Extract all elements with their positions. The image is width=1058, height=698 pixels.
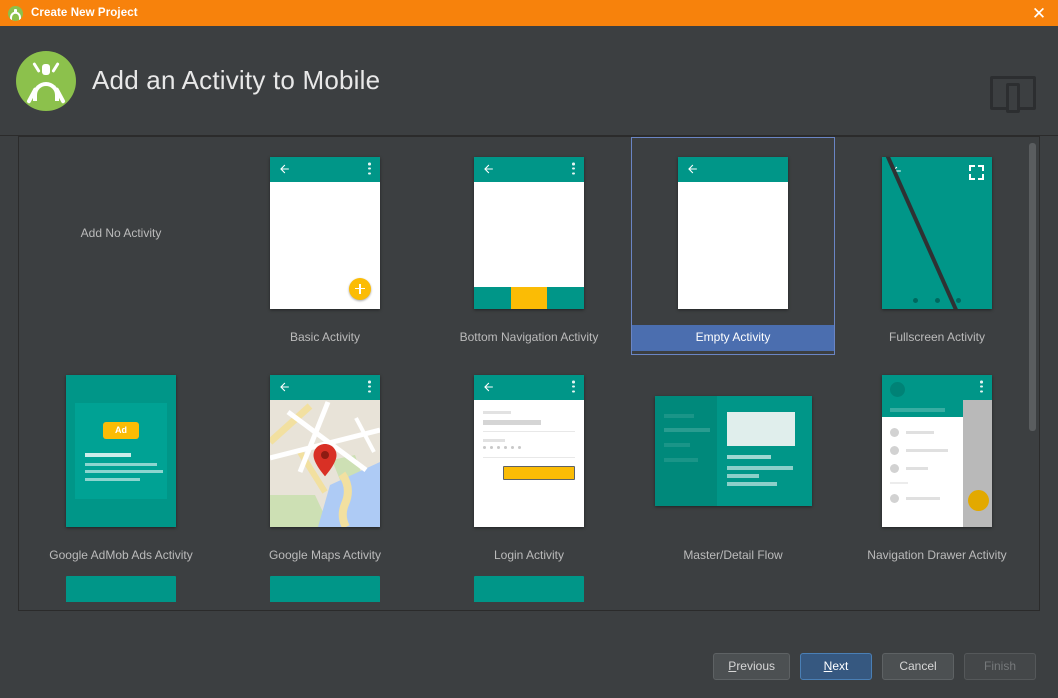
back-arrow-icon xyxy=(278,163,291,176)
overflow-menu-icon xyxy=(572,162,575,176)
gallery-scrollbar-thumb[interactable] xyxy=(1029,143,1036,431)
thumb-fullscreen xyxy=(836,140,1038,325)
back-arrow-icon xyxy=(686,163,699,176)
page-title: Add an Activity to Mobile xyxy=(92,65,381,95)
activity-card-next-row-2[interactable] xyxy=(223,573,427,603)
thumb-partial xyxy=(224,576,426,602)
navigation-drawer-preview xyxy=(882,374,963,527)
activity-label: Fullscreen Activity xyxy=(888,330,986,344)
activity-card-navigation-drawer[interactable]: Navigation Drawer Activity xyxy=(835,355,1039,573)
activity-card-bottom-navigation[interactable]: Bottom Navigation Activity xyxy=(427,137,631,355)
thumb-bottomnav xyxy=(428,140,630,325)
gallery-scrollbar[interactable] xyxy=(1028,139,1037,608)
thumb-maps xyxy=(224,358,426,543)
ad-badge: Ad xyxy=(103,421,139,439)
back-arrow-icon xyxy=(278,381,291,394)
cancel-button[interactable]: Cancel xyxy=(882,652,954,680)
overflow-menu-icon xyxy=(980,380,983,394)
overflow-menu-icon xyxy=(368,162,371,176)
activity-gallery[interactable]: Add No Activity Basic Activity Bottom Na… xyxy=(18,136,1040,611)
android-studio-logo xyxy=(16,50,76,111)
close-icon[interactable]: ✕ xyxy=(1026,0,1052,26)
activity-card-add-no-activity[interactable]: Add No Activity xyxy=(19,137,223,355)
login-form-preview xyxy=(474,399,584,527)
login-submit-button-preview xyxy=(503,465,575,480)
activity-label: Navigation Drawer Activity xyxy=(867,548,1007,562)
activity-card-google-maps[interactable]: Google Maps Activity xyxy=(223,355,427,573)
map-preview xyxy=(270,399,380,527)
previous-button-label: Previous xyxy=(728,659,775,673)
thumb-navdrawer xyxy=(836,358,1038,543)
fullscreen-expand-icon xyxy=(969,164,984,180)
overflow-menu-icon xyxy=(368,380,371,394)
activity-card-master-detail-flow[interactable]: Master/Detail Flow xyxy=(631,355,835,573)
activity-label: Basic Activity xyxy=(289,330,361,344)
floating-action-button-icon xyxy=(349,277,371,300)
cancel-button-label: Cancel xyxy=(899,659,937,673)
next-button-label: Next xyxy=(823,659,849,673)
window-titlebar: Create New Project ✕ xyxy=(0,0,1058,26)
activity-card-empty-activity[interactable]: Empty Activity xyxy=(631,137,835,355)
thumb-partial xyxy=(20,576,222,602)
thumb-basic xyxy=(224,140,426,325)
finish-button: Finish xyxy=(964,652,1036,680)
previous-button[interactable]: Previous xyxy=(713,652,790,680)
activity-label: Google AdMob Ads Activity xyxy=(49,548,193,562)
activity-card-google-admob-ads[interactable]: Ad Google AdMob Ads Activity xyxy=(19,355,223,573)
thumb-login xyxy=(428,358,630,543)
activity-label: Bottom Navigation Activity xyxy=(459,330,599,344)
activity-label: Login Activity xyxy=(493,548,565,562)
thumb-empty xyxy=(632,140,834,325)
activity-card-next-row-1[interactable] xyxy=(19,573,223,603)
activity-card-login-activity[interactable]: Login Activity xyxy=(427,355,631,573)
activity-label: Master/Detail Flow xyxy=(683,548,783,562)
back-arrow-icon xyxy=(482,381,495,394)
mobile-device-icon xyxy=(990,76,1036,113)
overflow-menu-icon xyxy=(572,380,575,394)
activity-card-next-row-3[interactable] xyxy=(427,573,631,603)
page-dots-icon xyxy=(882,297,992,303)
activity-gallery-scroll[interactable]: Add No Activity Basic Activity Bottom Na… xyxy=(19,137,1039,610)
next-button[interactable]: Next xyxy=(800,652,872,680)
window-title: Create New Project xyxy=(31,7,138,19)
thumb-masterdetail xyxy=(632,358,834,543)
back-arrow-icon xyxy=(482,163,495,176)
thumb-admob: Ad xyxy=(20,358,222,543)
activity-grid: Add No Activity Basic Activity Bottom Na… xyxy=(19,137,1039,603)
activity-card-basic-activity[interactable]: Basic Activity xyxy=(223,137,427,355)
activity-card-next-row-4[interactable] xyxy=(631,573,835,603)
android-studio-icon xyxy=(8,5,23,21)
activity-card-fullscreen-activity[interactable]: Fullscreen Activity xyxy=(835,137,1039,355)
activity-label: Add No Activity xyxy=(80,225,162,240)
dialog-header: Add an Activity to Mobile xyxy=(0,26,1058,136)
floating-action-button-icon xyxy=(968,489,989,511)
activity-label: Google Maps Activity xyxy=(268,548,382,562)
dialog-footer: Previous Next Cancel Finish xyxy=(0,634,1058,698)
finish-button-label: Finish xyxy=(983,659,1016,673)
bottom-navigation-bar xyxy=(474,286,584,309)
activity-card-next-row-5[interactable] xyxy=(835,573,1039,603)
activity-label: Empty Activity xyxy=(632,325,834,351)
thumb-none: Add No Activity xyxy=(20,140,222,325)
thumb-partial xyxy=(428,576,630,602)
